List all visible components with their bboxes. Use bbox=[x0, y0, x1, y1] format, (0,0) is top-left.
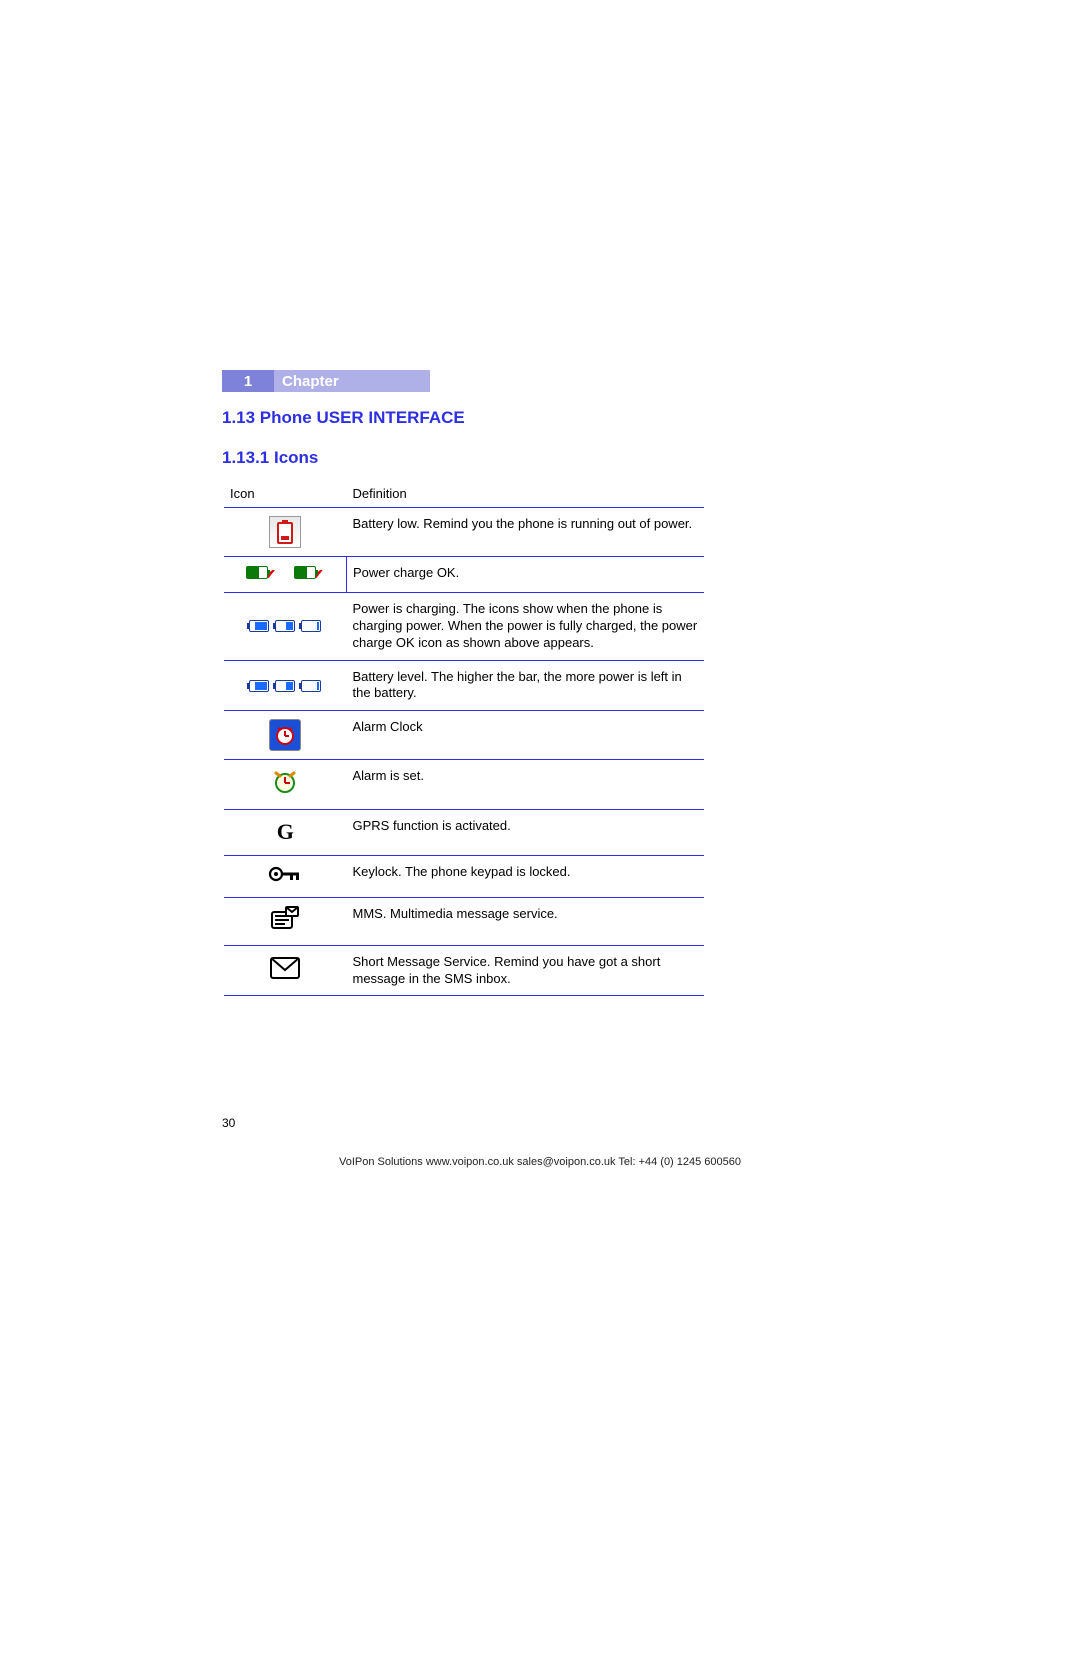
icon-cell: G bbox=[224, 810, 347, 856]
icon-cell bbox=[224, 508, 347, 557]
icon-cell bbox=[224, 660, 347, 711]
definition-cell: Alarm Clock bbox=[347, 711, 705, 760]
definition-cell: Alarm is set. bbox=[347, 760, 705, 810]
icon-cell bbox=[224, 855, 347, 897]
definition-cell: Battery level. The higher the bar, the m… bbox=[347, 660, 705, 711]
icon-cell bbox=[224, 711, 347, 760]
icon-cell bbox=[224, 945, 347, 996]
table-row: Alarm is set. bbox=[224, 760, 704, 810]
table-row: Battery low. Remind you the phone is run… bbox=[224, 508, 704, 557]
chapter-label: Chapter bbox=[274, 370, 430, 392]
definition-cell: MMS. Multimedia message service. bbox=[347, 897, 705, 945]
page-number: 30 bbox=[222, 1116, 235, 1130]
icon-cell: ✔ ✔ bbox=[224, 557, 347, 593]
alarm-set-icon bbox=[271, 768, 299, 801]
table-row: MMS. Multimedia message service. bbox=[224, 897, 704, 945]
mms-icon bbox=[270, 906, 300, 937]
battery-low-icon bbox=[269, 516, 301, 548]
keylock-icon bbox=[268, 864, 302, 889]
header-definition: Definition bbox=[347, 482, 705, 508]
content-area: 1 Chapter 1.13 Phone USER INTERFACE 1.13… bbox=[222, 370, 842, 996]
subsection-heading: 1.13.1 Icons bbox=[222, 448, 842, 468]
power-charge-ok-icon: ✔ ✔ bbox=[246, 565, 323, 584]
icons-table: Icon Definition Battery low. Remind you … bbox=[224, 482, 704, 996]
table-row: Power is charging. The icons show when t… bbox=[224, 592, 704, 660]
power-charging-icon bbox=[249, 620, 321, 632]
header-icon: Icon bbox=[224, 482, 347, 508]
document-page: 1 Chapter 1.13 Phone USER INTERFACE 1.13… bbox=[0, 0, 1080, 1669]
table-header-row: Icon Definition bbox=[224, 482, 704, 508]
table-row: Short Message Service. Remind you have g… bbox=[224, 945, 704, 996]
definition-cell: GPRS function is activated. bbox=[347, 810, 705, 856]
chapter-bar: 1 Chapter bbox=[222, 370, 842, 392]
table-row: G GPRS function is activated. bbox=[224, 810, 704, 856]
gprs-icon: G bbox=[277, 818, 294, 847]
sms-icon bbox=[269, 956, 301, 985]
icon-cell bbox=[224, 592, 347, 660]
icon-cell bbox=[224, 760, 347, 810]
footer-text: VoIPon Solutions www.voipon.co.uk sales@… bbox=[0, 1156, 1080, 1168]
definition-cell: Power is charging. The icons show when t… bbox=[347, 592, 705, 660]
definition-cell: Battery low. Remind you the phone is run… bbox=[347, 508, 705, 557]
alarm-clock-icon bbox=[269, 719, 301, 751]
battery-level-icon bbox=[249, 680, 321, 692]
definition-cell: Power charge OK. bbox=[347, 557, 705, 593]
table-row: Keylock. The phone keypad is locked. bbox=[224, 855, 704, 897]
table-row: Battery level. The higher the bar, the m… bbox=[224, 660, 704, 711]
table-row: ✔ ✔ Power charge OK. bbox=[224, 557, 704, 593]
definition-cell: Short Message Service. Remind you have g… bbox=[347, 945, 705, 996]
chapter-number: 1 bbox=[222, 370, 274, 392]
definition-cell: Keylock. The phone keypad is locked. bbox=[347, 855, 705, 897]
table-row: Alarm Clock bbox=[224, 711, 704, 760]
icon-cell bbox=[224, 897, 347, 945]
section-heading: 1.13 Phone USER INTERFACE bbox=[222, 408, 842, 428]
